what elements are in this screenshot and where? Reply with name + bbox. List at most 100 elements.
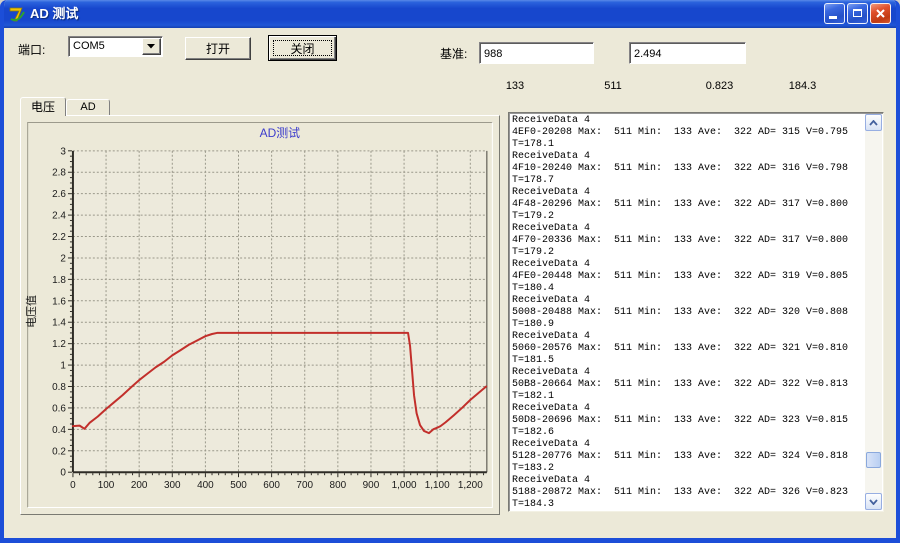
log-line[interactable]: T=180.4 [512,283,863,295]
close-x-icon [876,9,885,18]
client-area: 端口: COM5 打开 关闭 基准: 133 511 0.823 184.3 电… [4,28,896,538]
chart-title: AD测试 [260,125,301,140]
window-controls [824,3,891,24]
log-line[interactable]: T=181.5 [512,355,863,367]
open-button[interactable]: 打开 [185,37,251,60]
log-line[interactable]: ReceiveData 4 [512,295,863,307]
log-line[interactable]: 50B8-20664 Max: 511 Min: 133 Ave: 322 AD… [512,379,863,391]
minimize-icon [829,16,837,19]
receive-log-listbox[interactable]: ReceiveData 4 4EF0-20208 Max: 511 Min: 13… [508,112,884,512]
log-line[interactable]: ReceiveData 4 [512,115,863,127]
svg-text:1,000: 1,000 [392,480,417,491]
log-line[interactable]: ReceiveData 4 [512,439,863,451]
log-line[interactable]: T=179.2 [512,247,863,259]
svg-text:400: 400 [197,480,214,491]
svg-text:2.2: 2.2 [52,232,66,243]
log-line[interactable]: 4EF0-20208 Max: 511 Min: 133 Ave: 322 AD… [512,127,863,139]
maximize-icon [853,9,862,17]
log-line[interactable]: T=179.2 [512,211,863,223]
stat-voltage: 0.823 [705,80,734,92]
svg-text:100: 100 [98,480,115,491]
minimize-button[interactable] [824,3,845,24]
baseline-v-input[interactable] [629,42,746,64]
svg-text:1.8: 1.8 [52,275,66,286]
log-line[interactable]: ReceiveData 4 [512,151,863,163]
log-line[interactable]: 5060-20576 Max: 511 Min: 133 Ave: 322 AD… [512,343,863,355]
stat-max: 511 [604,80,622,92]
log-line[interactable]: 5128-20776 Max: 511 Min: 133 Ave: 322 AD… [512,451,863,463]
svg-text:1,100: 1,100 [425,480,450,491]
log-line[interactable]: T=184.3 [512,499,863,509]
log-line[interactable]: 4F70-20336 Max: 511 Min: 133 Ave: 322 AD… [512,235,863,247]
log-line[interactable]: 50D8-20696 Max: 511 Min: 133 Ave: 322 AD… [512,415,863,427]
window-title: AD 测试 [30,6,79,21]
chevron-down-icon [869,498,878,505]
svg-text:700: 700 [296,480,313,491]
svg-text:2.8: 2.8 [52,168,66,179]
plot-area [72,150,487,473]
log-line[interactable]: 4F10-20240 Max: 511 Min: 133 Ave: 322 AD… [512,163,863,175]
maximize-button[interactable] [847,3,868,24]
svg-text:0: 0 [60,468,66,479]
port-combobox-value: COM5 [73,40,105,52]
port-label: 端口: [18,43,46,57]
svg-text:900: 900 [363,480,380,491]
app-window: AD 测试 端口: COM5 打开 关闭 基准: 133 511 [0,0,900,543]
tab-voltage[interactable]: 电压 [20,97,66,116]
svg-text:0.2: 0.2 [52,446,66,457]
scroll-up-button[interactable] [865,114,882,131]
log-line[interactable]: ReceiveData 4 [512,223,863,235]
svg-text:0.8: 0.8 [52,382,66,393]
svg-text:1.2: 1.2 [52,339,66,350]
app-logo-icon [8,5,26,23]
baseline-label: 基准: [440,47,468,61]
log-line[interactable]: T=180.9 [512,319,863,331]
log-line[interactable]: T=178.7 [512,175,863,187]
log-line[interactable]: 5188-20872 Max: 511 Min: 133 Ave: 322 AD… [512,487,863,499]
log-line[interactable]: T=182.6 [512,427,863,439]
log-line[interactable]: 4FE0-20448 Max: 511 Min: 133 Ave: 322 AD… [512,271,863,283]
scrollbar-thumb[interactable] [866,452,881,468]
scroll-down-button[interactable] [865,493,882,510]
svg-text:1,200: 1,200 [458,480,483,491]
chart-panel: 0 100 200 300 400 500 600 700 800 900 1,000 1,100 1,… [20,115,500,515]
baseline-ad-input[interactable] [479,42,594,64]
combobox-dropdown-button[interactable] [142,38,161,55]
y-axis-labels: 0 0.2 0.4 0.6 0.8 1 1.2 1.4 1.6 1.8 2 2.2 2.4 2.6 2.8 3 [52,146,66,478]
svg-text:0: 0 [70,480,76,491]
title-bar[interactable]: AD 测试 [4,0,896,28]
log-scrollbar[interactable] [865,114,882,510]
chevron-down-icon [147,44,155,49]
log-line[interactable]: ReceiveData 4 [512,475,863,487]
log-line[interactable]: ReceiveData 4 [512,187,863,199]
close-button[interactable] [870,3,891,24]
log-line[interactable]: 4F48-20296 Max: 511 Min: 133 Ave: 322 AD… [512,199,863,211]
svg-text:1.4: 1.4 [52,318,66,329]
svg-text:800: 800 [330,480,347,491]
svg-text:2.4: 2.4 [52,211,66,222]
svg-text:300: 300 [164,480,181,491]
log-line[interactable]: ReceiveData 4 [512,331,863,343]
log-line[interactable]: T=178.1 [512,139,863,151]
log-line[interactable]: T=183.2 [512,463,863,475]
stat-min: 133 [505,80,525,92]
x-axis-labels: 0 100 200 300 400 500 600 700 800 900 1,000 1,100 1,… [70,480,483,491]
svg-text:500: 500 [230,480,247,491]
chevron-up-icon [869,119,878,126]
log-line[interactable]: T=182.1 [512,391,863,403]
svg-text:2: 2 [60,253,66,264]
log-line[interactable]: ReceiveData 4 [512,259,863,271]
svg-text:3: 3 [60,146,66,157]
svg-text:2.6: 2.6 [52,189,66,200]
log-line[interactable]: ReceiveData 4 [512,403,863,415]
close-port-button[interactable]: 关闭 [268,35,337,61]
log-line[interactable]: 5008-20488 Max: 511 Min: 133 Ave: 322 AD… [512,307,863,319]
tab-ad[interactable]: AD [66,99,110,115]
log-line[interactable]: ReceiveData 4 [512,367,863,379]
y-axis-title: 电压值 [25,295,38,328]
svg-text:200: 200 [131,480,148,491]
svg-text:0.6: 0.6 [52,403,66,414]
voltage-chart: 0 100 200 300 400 500 600 700 800 900 1,000 1,100 1,… [25,121,493,509]
svg-text:1: 1 [60,361,66,372]
port-combobox[interactable]: COM5 [68,36,163,57]
